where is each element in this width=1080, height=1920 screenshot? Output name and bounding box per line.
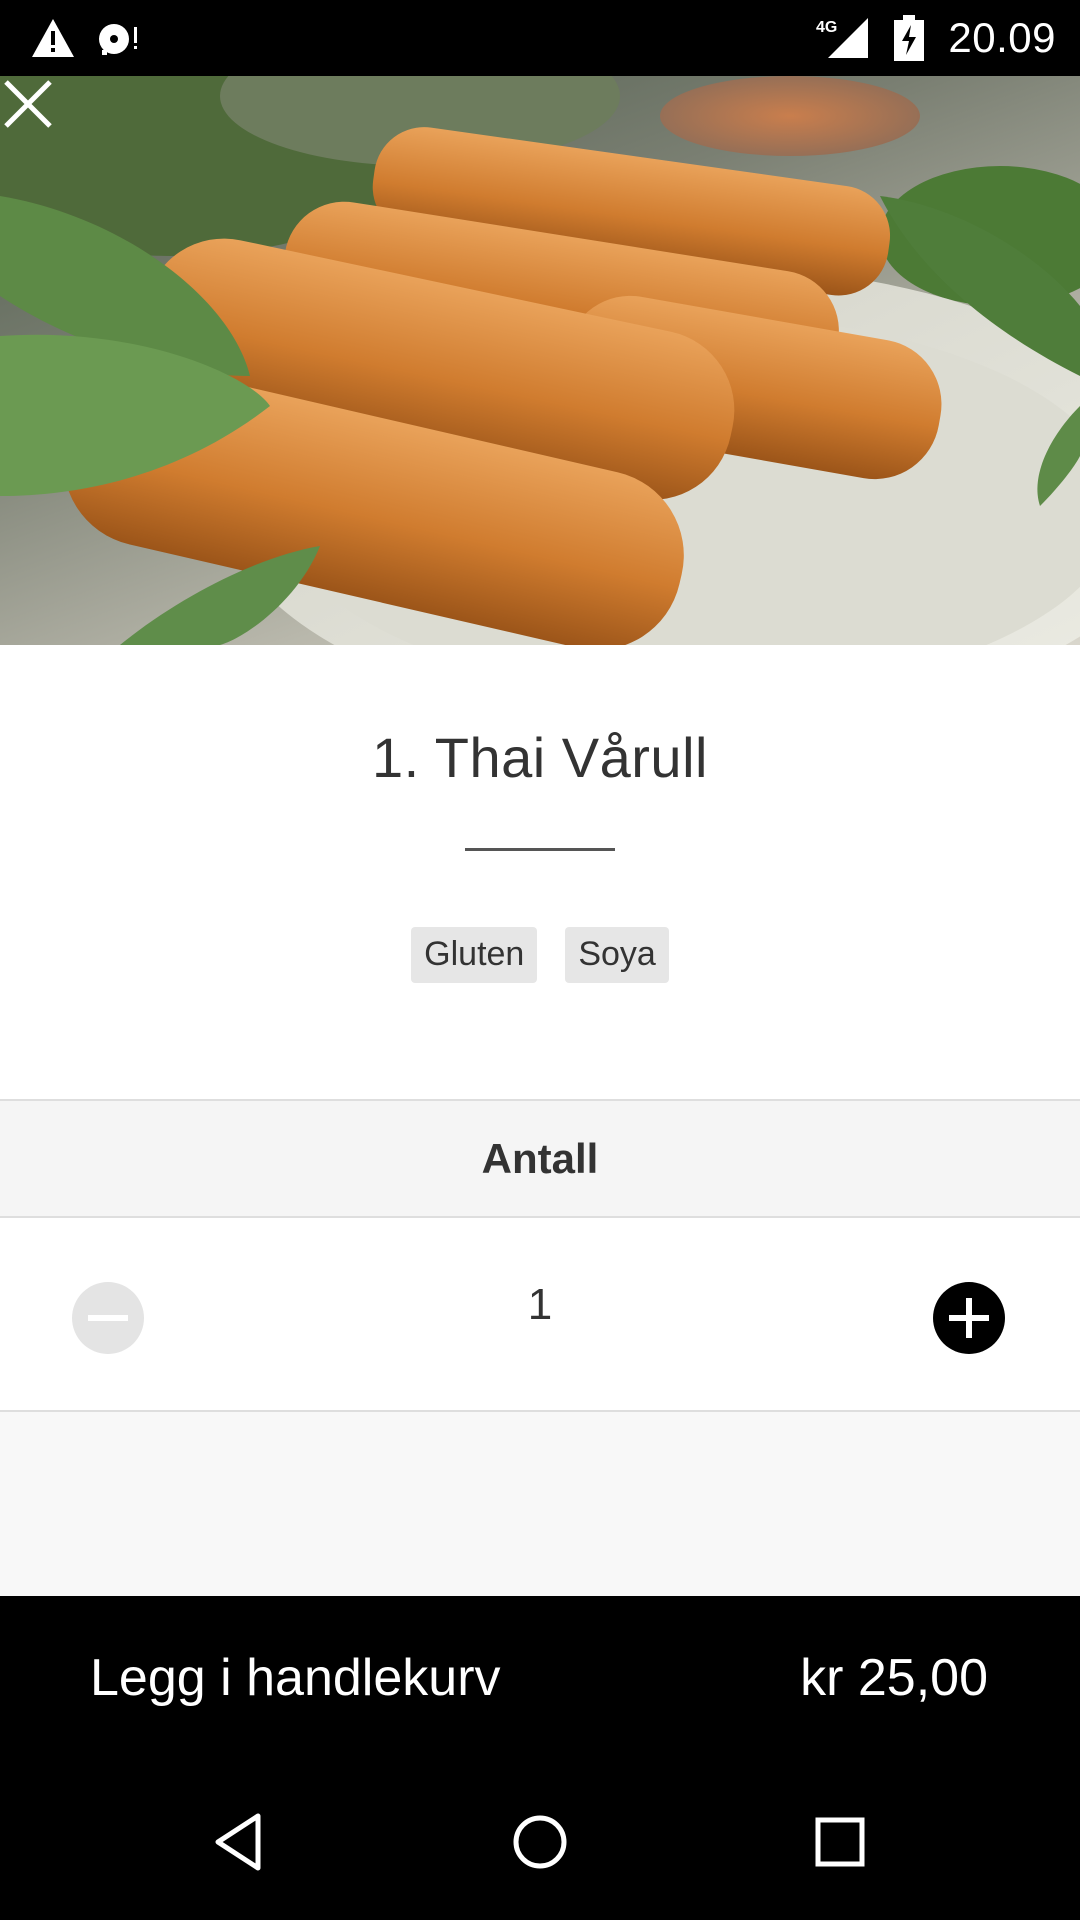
product-title: 1. Thai Vårull (372, 726, 708, 789)
status-bar: 4G 20.09 (0, 0, 1080, 76)
product-info: 1. Thai Vårull Gluten Soya (0, 645, 1080, 1099)
product-hero-image (0, 76, 1080, 645)
recents-icon[interactable] (800, 1802, 880, 1882)
home-icon[interactable] (500, 1802, 580, 1882)
add-to-cart-label: Legg i handlekurv (90, 1649, 501, 1707)
quantity-section-header: Antall (0, 1099, 1080, 1218)
empty-area (0, 1412, 1080, 1596)
increment-button[interactable] (933, 1282, 1005, 1354)
network-type-label: 4G (816, 19, 837, 36)
spring-rolls-photo (0, 76, 1080, 645)
allergen-tag: Soya (565, 927, 669, 983)
back-icon[interactable] (200, 1802, 280, 1882)
cart-price: kr 25,00 (800, 1649, 988, 1707)
disc-alert-icon (99, 24, 137, 55)
allergen-tag: Gluten (411, 927, 538, 983)
title-divider (465, 848, 615, 851)
signal-icon: 4G (816, 18, 869, 58)
system-navigation-bar (0, 1766, 1080, 1920)
quantity-value: 1 (527, 1280, 553, 1329)
allergen-tags: Gluten Soya (0, 927, 1080, 983)
status-time: 20.09 (948, 14, 1056, 61)
status-left-icons (30, 14, 142, 62)
warning-icon (32, 19, 74, 57)
status-right-icons: 4G 20.09 (816, 10, 1056, 66)
quantity-stepper: 1 (0, 1218, 1080, 1412)
add-to-cart-button[interactable]: Legg i handlekurv kr 25,00 (0, 1596, 1080, 1766)
plus-icon (949, 1298, 989, 1338)
battery-charging-icon (894, 15, 925, 61)
close-icon[interactable] (0, 76, 56, 132)
